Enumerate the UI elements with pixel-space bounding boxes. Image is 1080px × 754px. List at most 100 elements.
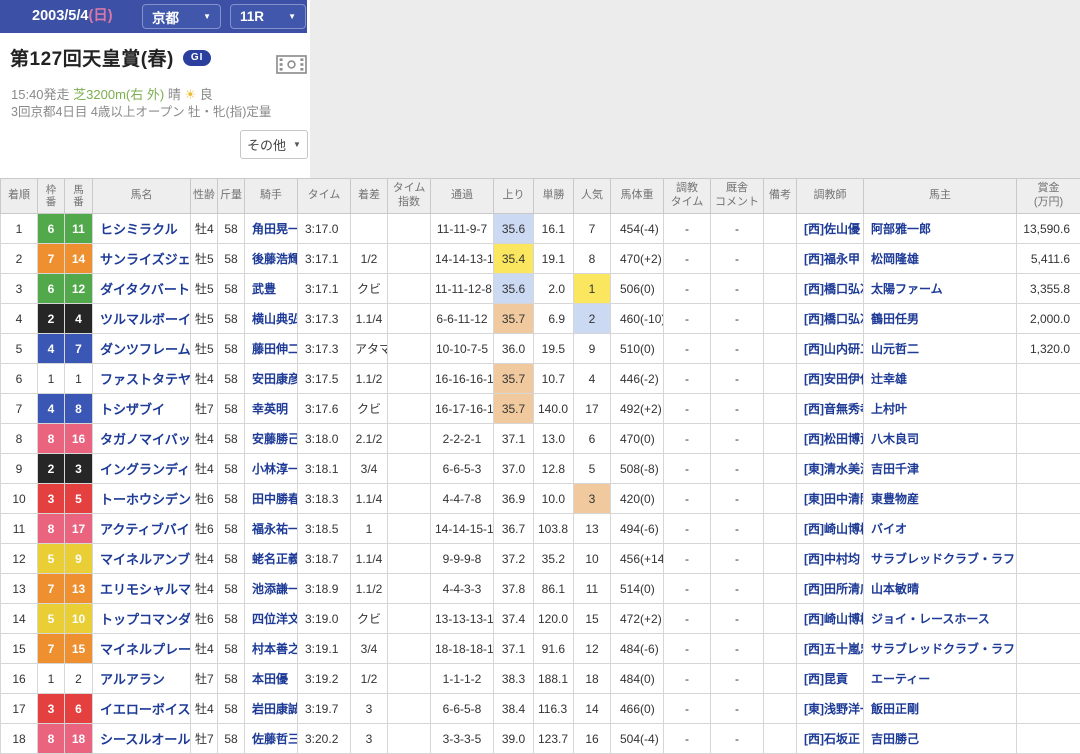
horse-name-link[interactable]: マイネルアンブル <box>93 544 191 574</box>
cell-idx <box>388 214 431 244</box>
cell-passing: 14-14-15-15 <box>431 514 494 544</box>
cell-load: 58 <box>218 544 245 574</box>
jockey-link[interactable]: 田中勝春 <box>245 484 298 514</box>
jockey-link[interactable]: 横山典弘 <box>245 304 298 334</box>
owner-link[interactable]: サラブレッドクラブ・ラフィアン <box>864 634 1017 664</box>
horse-name-link[interactable]: マイネルプレーリー <box>93 634 191 664</box>
jockey-link[interactable]: 後藤浩輝 <box>245 244 298 274</box>
cell-pos: 3 <box>1 274 38 304</box>
cell-time: 3:17.0 <box>298 214 351 244</box>
cell-load: 58 <box>218 334 245 364</box>
owner-link[interactable]: ジョイ・レースホース <box>864 604 1017 634</box>
trainer-link[interactable]: [西]石坂正 <box>797 724 864 754</box>
jockey-link[interactable]: 岩田康誠 <box>245 694 298 724</box>
horse-name-link[interactable]: ダイタクバートラム <box>93 274 191 304</box>
trainer-link[interactable]: [東]浅野洋一 <box>797 694 864 724</box>
trainer-link[interactable]: [西]福永甲 <box>797 244 864 274</box>
cell-waku: 7 <box>38 634 65 664</box>
trainer-link[interactable]: [西]佐山優 <box>797 214 864 244</box>
cell-hweight: 470(0) <box>611 424 664 454</box>
cell-time: 3:17.6 <box>298 394 351 424</box>
cell-num: 11 <box>65 214 93 244</box>
owner-link[interactable]: 山本敏晴 <box>864 574 1017 604</box>
owner-link[interactable]: 上村叶 <box>864 394 1017 424</box>
horse-name-link[interactable]: イエローボイス <box>93 694 191 724</box>
jockey-link[interactable]: 四位洋文 <box>245 604 298 634</box>
owner-link[interactable]: 太陽ファーム <box>864 274 1017 304</box>
column-header: 調教 タイム <box>664 179 711 214</box>
horse-name-link[interactable]: サンライズジェガー <box>93 244 191 274</box>
table-row: 1035トーホウシデン牡658田中勝春3:18.31.1/44-4-7-836.… <box>1 484 1080 514</box>
horse-name-link[interactable]: トシザブイ <box>93 394 191 424</box>
trainer-link[interactable]: [西]音無秀孝 <box>797 394 864 424</box>
cell-pos: 9 <box>1 454 38 484</box>
jockey-link[interactable]: 角田晃一 <box>245 214 298 244</box>
horse-name-link[interactable]: エリモシャルマン <box>93 574 191 604</box>
jockey-link[interactable]: 池添謙一 <box>245 574 298 604</box>
jockey-link[interactable]: 安田康彦 <box>245 364 298 394</box>
jockey-link[interactable]: 藤田伸二 <box>245 334 298 364</box>
trainer-link[interactable]: [東]清水美波 <box>797 454 864 484</box>
trainer-link[interactable]: [東]田中清隆 <box>797 484 864 514</box>
horse-name-link[interactable]: トーホウシデン <box>93 484 191 514</box>
cell-waku: 2 <box>38 454 65 484</box>
horse-name-link[interactable]: アルアラン <box>93 664 191 694</box>
cell-ttime: - <box>664 514 711 544</box>
owner-link[interactable]: 東豊物産 <box>864 484 1017 514</box>
owner-link[interactable]: 鶴田任男 <box>864 304 1017 334</box>
trainer-link[interactable]: [西]橋口弘次 <box>797 274 864 304</box>
trainer-link[interactable]: [西]山内研二 <box>797 334 864 364</box>
horse-name-link[interactable]: ヒシミラクル <box>93 214 191 244</box>
other-menu-label: その他 <box>247 135 286 154</box>
trainer-link[interactable]: [西]昆貢 <box>797 664 864 694</box>
owner-link[interactable]: 山元哲二 <box>864 334 1017 364</box>
jockey-link[interactable]: 小林淳一 <box>245 454 298 484</box>
cell-prize <box>1017 394 1080 424</box>
jockey-link[interactable]: 武豊 <box>245 274 298 304</box>
trainer-link[interactable]: [西]崎山博樹 <box>797 604 864 634</box>
course-info: 芝3200m(右 外) <box>73 87 164 102</box>
cell-idx <box>388 514 431 544</box>
owner-link[interactable]: 松岡隆雄 <box>864 244 1017 274</box>
cell-prize <box>1017 544 1080 574</box>
jockey-link[interactable]: 幸英明 <box>245 394 298 424</box>
owner-link[interactable]: 八木良司 <box>864 424 1017 454</box>
race-number-dropdown[interactable]: 11R ▼ <box>230 4 306 29</box>
trainer-link[interactable]: [西]五十嵐忠 <box>797 634 864 664</box>
owner-link[interactable]: サラブレッドクラブ・ラフィアン <box>864 544 1017 574</box>
cell-odds: 188.1 <box>534 664 574 694</box>
cell-prize <box>1017 664 1080 694</box>
horse-name-link[interactable]: アクティブバイオ <box>93 514 191 544</box>
horse-name-link[interactable]: トップコマンダー <box>93 604 191 634</box>
owner-link[interactable]: 吉田千津 <box>864 454 1017 484</box>
other-menu-button[interactable]: その他 ▼ <box>240 130 308 159</box>
owner-link[interactable]: 飯田正剛 <box>864 694 1017 724</box>
jockey-link[interactable]: 村本善之 <box>245 634 298 664</box>
trainer-link[interactable]: [西]松田博資 <box>797 424 864 454</box>
cell-margin: 3 <box>351 724 388 754</box>
trainer-link[interactable]: [西]田所清広 <box>797 574 864 604</box>
owner-link[interactable]: 辻幸雄 <box>864 364 1017 394</box>
trainer-link[interactable]: [西]安田伊佐 <box>797 364 864 394</box>
owner-link[interactable]: エーティー <box>864 664 1017 694</box>
jockey-link[interactable]: 蛯名正義 <box>245 544 298 574</box>
horse-name-link[interactable]: タガノマイバッハ <box>93 424 191 454</box>
horse-name-link[interactable]: ツルマルボーイ <box>93 304 191 334</box>
owner-link[interactable]: バイオ <box>864 514 1017 544</box>
trainer-link[interactable]: [西]中村均 <box>797 544 864 574</box>
trainer-link[interactable]: [西]橋口弘次 <box>797 304 864 334</box>
owner-link[interactable]: 吉田勝己 <box>864 724 1017 754</box>
horse-name-link[interactable]: イングランディーレ <box>93 454 191 484</box>
owner-link[interactable]: 阿部雅一郎 <box>864 214 1017 244</box>
trainer-link[interactable]: [西]崎山博樹 <box>797 514 864 544</box>
jockey-link[interactable]: 佐藤哲三 <box>245 724 298 754</box>
track-dropdown[interactable]: 京都 ▼ <box>142 4 221 29</box>
horse-name-link[interactable]: シースルオール <box>93 724 191 754</box>
horse-name-link[interactable]: ダンツフレーム <box>93 334 191 364</box>
jockey-link[interactable]: 福永祐一 <box>245 514 298 544</box>
horse-name-link[interactable]: ファストタテヤマ <box>93 364 191 394</box>
cell-odds: 86.1 <box>534 574 574 604</box>
jockey-link[interactable]: 安藤勝己 <box>245 424 298 454</box>
jockey-link[interactable]: 本田優 <box>245 664 298 694</box>
race-video-icon[interactable] <box>276 55 307 79</box>
